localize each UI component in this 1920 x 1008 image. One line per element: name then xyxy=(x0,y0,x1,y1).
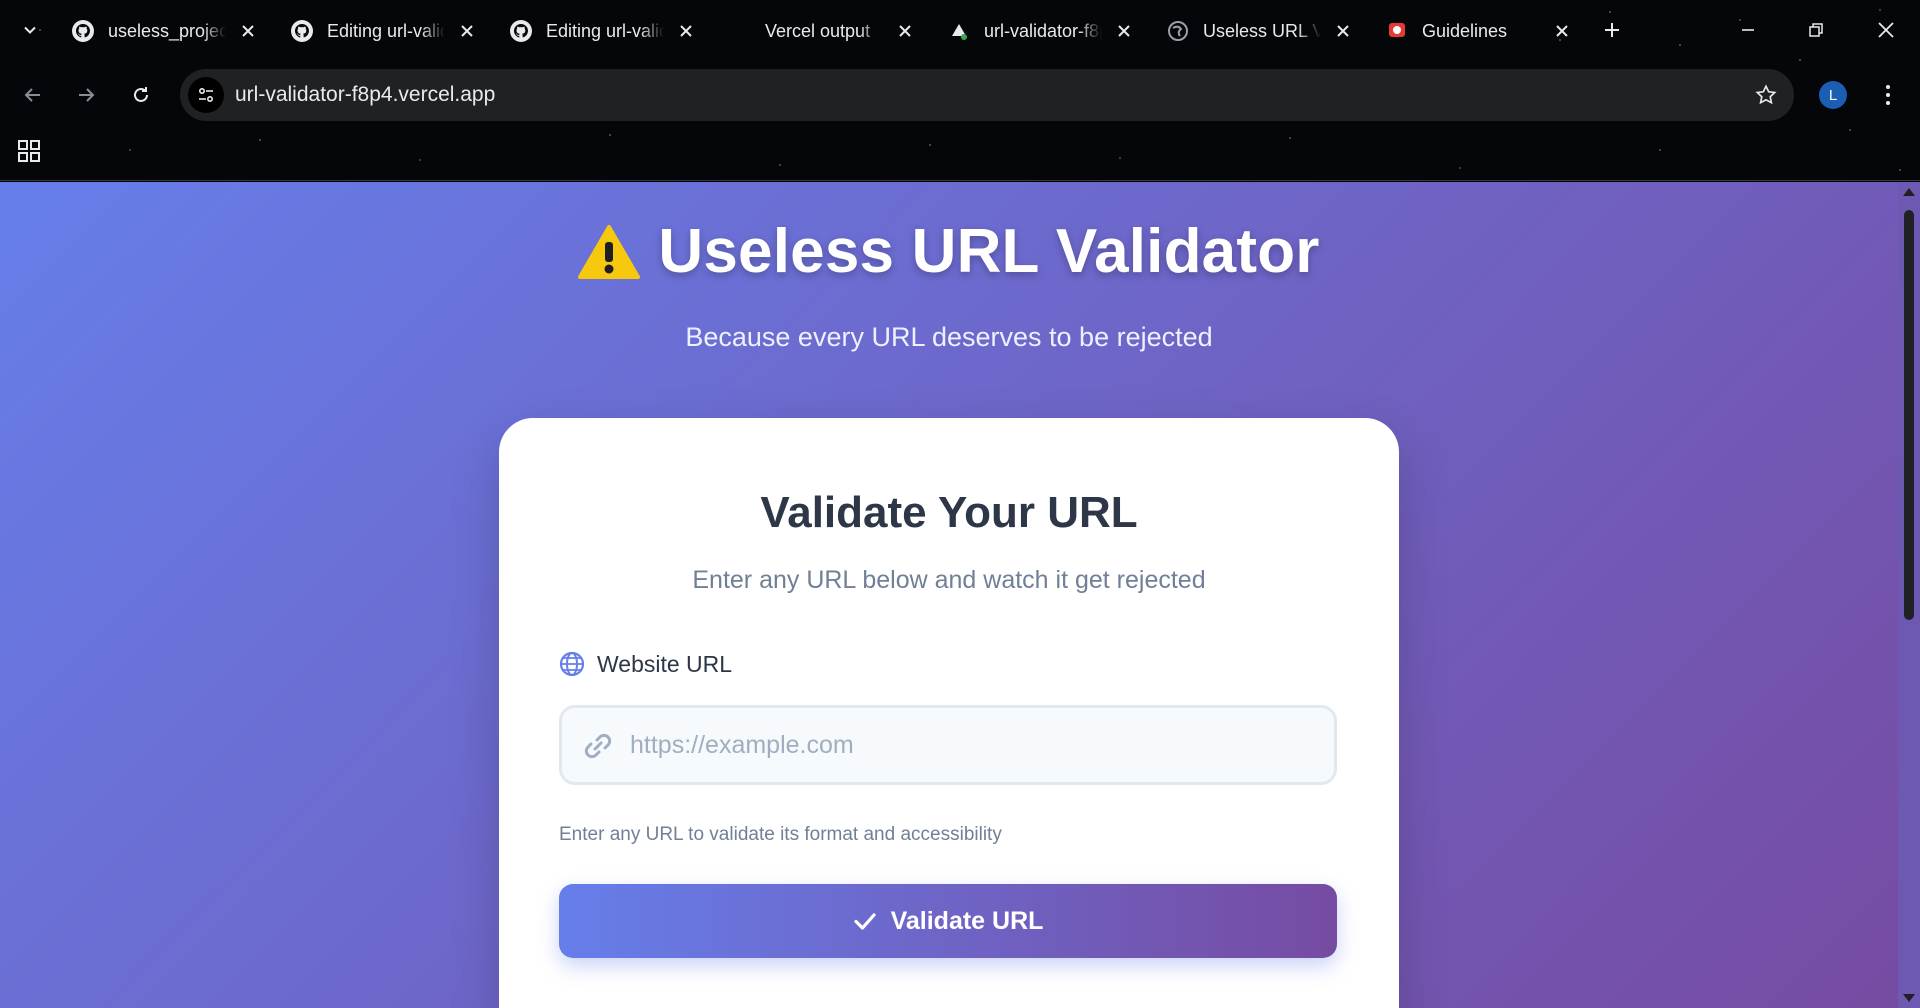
scroll-down-arrow-icon[interactable] xyxy=(1903,994,1915,1002)
close-icon[interactable] xyxy=(455,19,479,43)
page-title: Useless URL Validator xyxy=(0,216,1898,287)
back-arrow-icon[interactable] xyxy=(14,76,52,114)
page-title-text: Useless URL Validator xyxy=(658,217,1320,286)
window-close-icon[interactable] xyxy=(1864,10,1908,50)
warning-icon xyxy=(578,224,641,279)
page-tagline: Because every URL deserves to be rejecte… xyxy=(685,322,1213,352)
tab-title: Guidelines xyxy=(1422,20,1508,41)
new-tab-plus-icon[interactable] xyxy=(1596,16,1628,44)
address-url[interactable]: url-validator-f8p4.vercel.app xyxy=(235,83,495,107)
tab-search-chevron-icon[interactable] xyxy=(16,16,44,44)
tab-title: Editing url-validator xyxy=(546,20,664,41)
url-input-container[interactable] xyxy=(559,705,1337,785)
tab-title: Vercel output xyxy=(765,20,871,41)
bookmarks-bar xyxy=(0,130,1920,170)
tab-3[interactable]: Editing url-validator xyxy=(508,8,698,54)
tab-title: useless_project xyxy=(108,20,226,41)
page-viewport: Useless URL Validator Because every URL … xyxy=(0,182,1898,1008)
globe-icon xyxy=(1165,18,1191,44)
github-icon xyxy=(508,18,534,44)
blank-favicon xyxy=(727,18,753,44)
tab-4[interactable]: Vercel output xyxy=(727,8,917,54)
reload-icon[interactable] xyxy=(122,76,160,114)
tab-1[interactable]: useless_project xyxy=(70,8,260,54)
site-settings-tune-icon[interactable] xyxy=(188,77,224,113)
tab-title: url-validator-f8p4 xyxy=(984,20,1102,41)
close-icon[interactable] xyxy=(1112,19,1136,43)
browser-chrome: useless_project Editing url-validator Ed… xyxy=(0,0,1920,181)
tab-2[interactable]: Editing url-validator xyxy=(289,8,479,54)
tab-7[interactable]: Guidelines xyxy=(1384,8,1574,54)
forward-arrow-icon[interactable] xyxy=(67,76,105,114)
close-icon[interactable] xyxy=(236,19,260,43)
scroll-up-arrow-icon[interactable] xyxy=(1903,188,1915,196)
scrollbar-thumb[interactable] xyxy=(1904,210,1914,620)
url-field-label: Website URL xyxy=(559,650,732,678)
close-icon[interactable] xyxy=(674,19,698,43)
browser-toolbar: url-validator-f8p4.vercel.app L xyxy=(0,68,1920,122)
validate-url-button[interactable]: Validate URL xyxy=(559,884,1337,958)
checkmark-icon xyxy=(853,913,876,930)
globe-icon xyxy=(559,651,585,677)
card-heading: Validate Your URL xyxy=(760,488,1138,537)
tab-title: Useless URL Validator xyxy=(1203,20,1321,41)
card-subheading: Enter any URL below and watch it get rej… xyxy=(692,566,1206,594)
minimize-icon[interactable] xyxy=(1726,10,1770,50)
url-input[interactable] xyxy=(630,708,1320,782)
apps-grid-icon[interactable] xyxy=(14,136,44,166)
address-bar[interactable]: url-validator-f8p4.vercel.app xyxy=(180,69,1794,121)
tab-title: Editing url-validator xyxy=(327,20,445,41)
link-icon xyxy=(584,733,612,759)
validate-url-button-label: Validate URL xyxy=(890,906,1044,935)
validator-card: Validate Your URL Enter any URL below an… xyxy=(499,418,1399,1008)
github-icon xyxy=(289,18,315,44)
close-icon[interactable] xyxy=(1550,19,1574,43)
url-input-hint: Enter any URL to validate its format and… xyxy=(559,824,1002,845)
github-icon xyxy=(70,18,96,44)
close-icon[interactable] xyxy=(1331,19,1355,43)
tab-6-active[interactable]: Useless URL Validator xyxy=(1165,8,1355,54)
tab-strip: useless_project Editing url-validator Ed… xyxy=(0,0,1920,60)
close-icon[interactable] xyxy=(893,19,917,43)
bookmark-star-icon[interactable] xyxy=(1752,81,1780,109)
tab-5[interactable]: url-validator-f8p4 xyxy=(946,8,1136,54)
red-badge-icon xyxy=(1384,18,1410,44)
vercel-triangle-icon xyxy=(946,18,972,44)
page-scrollbar[interactable] xyxy=(1898,182,1920,1008)
kebab-menu-icon[interactable] xyxy=(1872,78,1904,112)
url-field-label-text: Website URL xyxy=(597,650,733,677)
profile-avatar[interactable]: L xyxy=(1819,81,1847,109)
restore-icon[interactable] xyxy=(1794,10,1838,50)
